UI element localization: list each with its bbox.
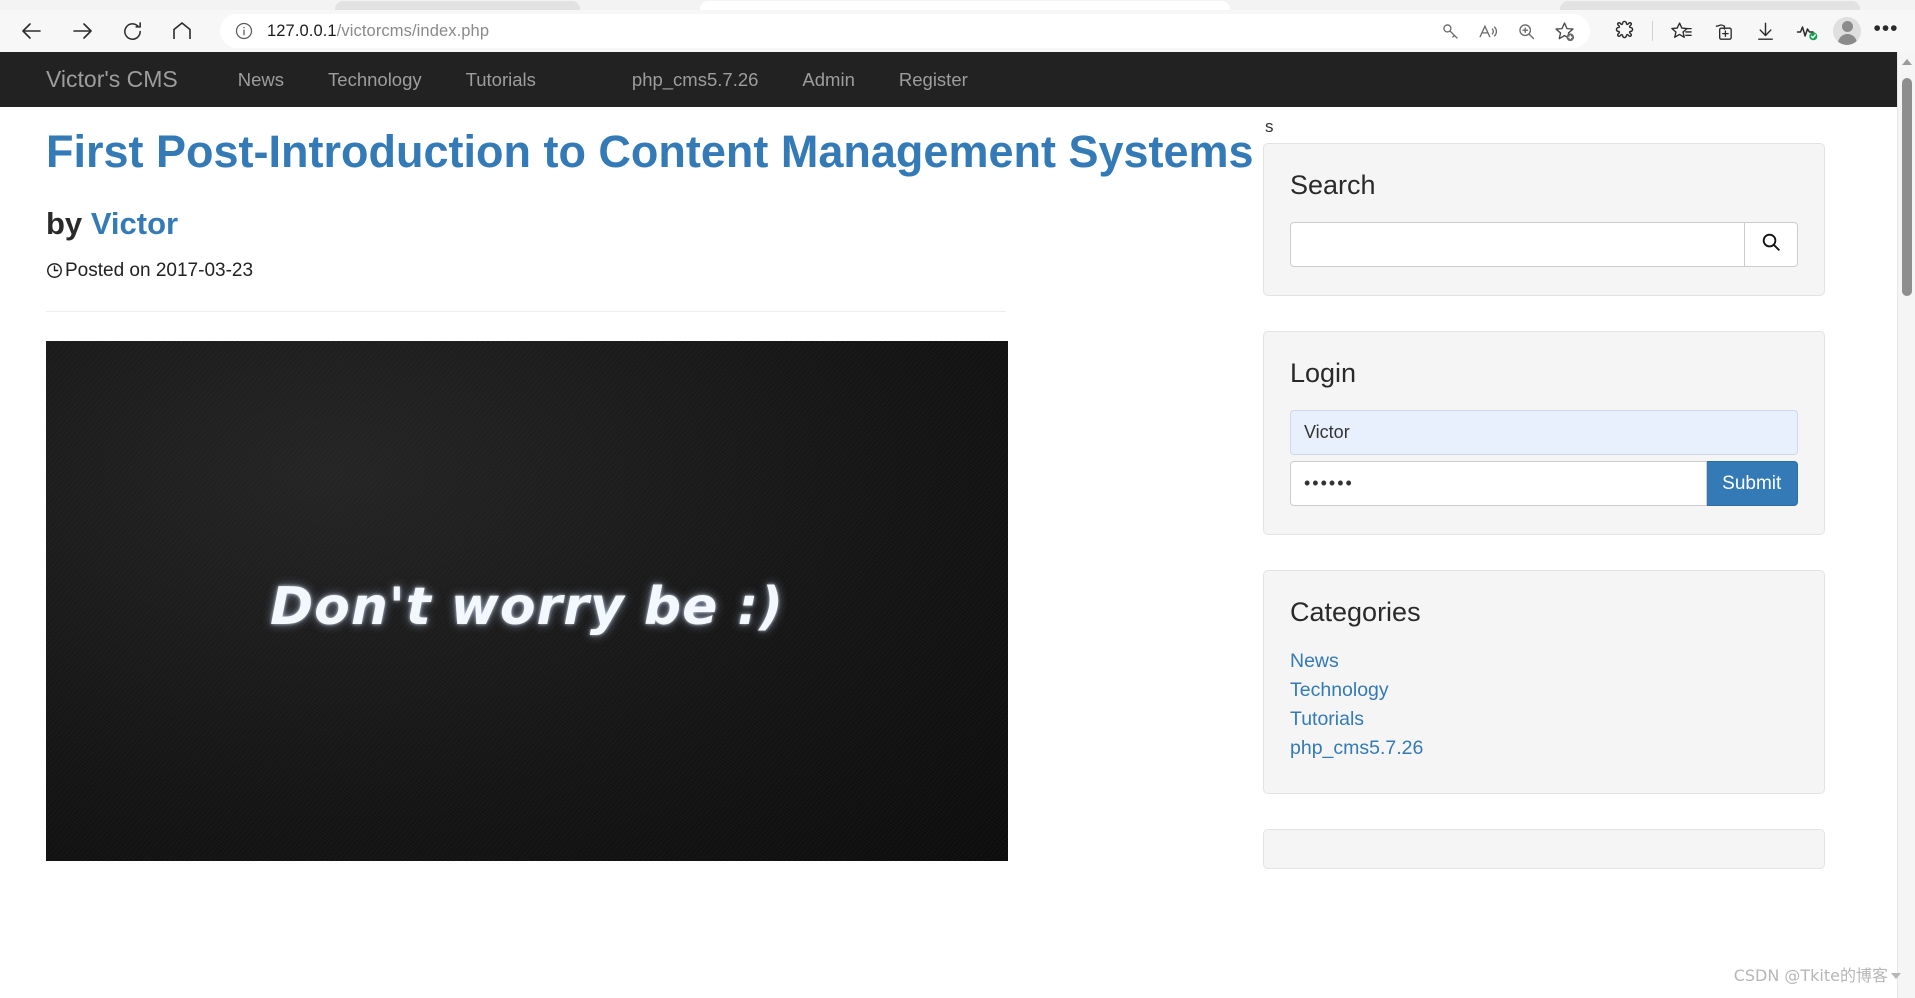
- page-viewport: Victor's CMS News Technology Tutorials p…: [0, 52, 1897, 998]
- address-bar[interactable]: 127.0.0.1/victorcms/index.php: [220, 14, 1590, 48]
- toolbar-right-actions: •••: [1604, 14, 1915, 48]
- nav-link-register[interactable]: Register: [877, 69, 990, 91]
- browser-tab-active[interactable]: [700, 1, 1230, 10]
- url-path: /victorcms/index.php: [336, 21, 490, 40]
- search-icon: [1760, 231, 1782, 258]
- watermark: CSDN @Tkite的博客: [1734, 962, 1901, 986]
- page-title: First Post-Introduction to Content Manag…: [46, 126, 1254, 177]
- image-caption-text: Don't worry be :): [270, 576, 784, 637]
- categories-list: News Technology Tutorials php_cms5.7.26: [1290, 649, 1798, 762]
- scrollbar-thumb[interactable]: [1902, 78, 1912, 296]
- forward-button[interactable]: [62, 14, 102, 48]
- browser-tab[interactable]: [335, 1, 580, 10]
- post-article: First Post-Introduction to Content Manag…: [46, 125, 1254, 861]
- search-input-group: [1290, 222, 1798, 267]
- nav-link-technology[interactable]: Technology: [306, 69, 444, 91]
- favorites-icon[interactable]: [1661, 14, 1701, 48]
- byline-prefix: by: [46, 205, 83, 241]
- categories-heading: Categories: [1290, 597, 1421, 627]
- post-featured-image: Don't worry be :): [46, 340, 1008, 861]
- caret-down-icon: [1891, 973, 1901, 979]
- post-date: Posted on 2017-03-23: [46, 260, 1226, 282]
- category-link-news[interactable]: News: [1290, 650, 1339, 672]
- navigation-buttons: [12, 14, 202, 48]
- settings-more-icon[interactable]: •••: [1867, 18, 1905, 45]
- navbar-brand[interactable]: Victor's CMS: [46, 66, 178, 93]
- nav-link-php-cms[interactable]: php_cms5.7.26: [610, 69, 781, 91]
- profile-avatar[interactable]: [1829, 16, 1865, 46]
- watermark-text: CSDN @Tkite的博客: [1733, 966, 1888, 985]
- list-item: Technology: [1290, 678, 1798, 704]
- category-link-tutorials[interactable]: Tutorials: [1290, 708, 1364, 730]
- zoom-icon[interactable]: [1510, 16, 1542, 46]
- page-scrollbar[interactable]: [1897, 52, 1915, 998]
- password-input[interactable]: [1290, 461, 1707, 506]
- submit-button[interactable]: Submit: [1706, 461, 1798, 506]
- collections-icon[interactable]: [1703, 14, 1743, 48]
- toolbar-divider: [1652, 21, 1653, 41]
- list-item: News: [1290, 649, 1798, 675]
- site-navbar: Victor's CMS News Technology Tutorials p…: [0, 52, 1897, 107]
- post-divider: [46, 310, 1006, 312]
- clock-icon: [46, 262, 63, 279]
- downloads-icon[interactable]: [1745, 14, 1785, 48]
- list-item: Tutorials: [1290, 707, 1798, 733]
- username-input[interactable]: [1290, 410, 1798, 455]
- login-heading: Login: [1290, 358, 1357, 388]
- next-widget-partial: [1263, 828, 1825, 869]
- key-icon[interactable]: [1434, 16, 1466, 46]
- omnibox-actions: [1434, 16, 1584, 46]
- categories-widget: Categories News Technology Tutorials php…: [1263, 570, 1825, 794]
- search-button[interactable]: [1745, 222, 1798, 267]
- browser-essentials-icon[interactable]: [1787, 14, 1827, 48]
- post-date-text: Posted on 2017-03-23: [65, 259, 254, 281]
- browser-chrome: 127.0.0.1/victorcms/index.php •••: [0, 0, 1915, 52]
- url-host: 127.0.0.1: [267, 21, 337, 40]
- post-author-link[interactable]: Victor: [91, 206, 178, 241]
- nav-link-admin[interactable]: Admin: [780, 69, 876, 91]
- avatar-head: [1841, 21, 1853, 32]
- extensions-icon[interactable]: [1604, 14, 1644, 48]
- search-input[interactable]: [1290, 222, 1745, 267]
- nav-link-news[interactable]: News: [216, 69, 306, 91]
- url-text[interactable]: 127.0.0.1/victorcms/index.php: [267, 22, 489, 41]
- tab-strip[interactable]: [0, 0, 1915, 10]
- browser-toolbar: 127.0.0.1/victorcms/index.php •••: [0, 10, 1915, 52]
- avatar: [1833, 17, 1861, 45]
- refresh-button[interactable]: [112, 14, 152, 48]
- avatar-body: [1837, 34, 1857, 45]
- category-link-php-cms[interactable]: php_cms5.7.26: [1290, 737, 1423, 759]
- page-body: First Post-Introduction to Content Manag…: [0, 107, 1897, 998]
- password-row: Submit: [1290, 461, 1798, 506]
- browser-tab[interactable]: [1560, 1, 1860, 10]
- home-button[interactable]: [162, 14, 202, 48]
- nav-link-tutorials[interactable]: Tutorials: [444, 69, 558, 91]
- read-aloud-icon[interactable]: [1472, 16, 1504, 46]
- search-heading: Search: [1290, 170, 1376, 200]
- scroll-up-arrow[interactable]: [1902, 59, 1912, 65]
- add-favorite-icon[interactable]: [1548, 16, 1580, 46]
- back-button[interactable]: [12, 14, 52, 48]
- list-item: php_cms5.7.26: [1290, 736, 1798, 762]
- sidebar: s Search Login S: [1263, 107, 1863, 869]
- info-icon[interactable]: [234, 21, 254, 41]
- login-widget: Login Submit: [1263, 331, 1825, 535]
- category-link-technology[interactable]: Technology: [1290, 679, 1389, 701]
- stray-text: s: [1265, 117, 1274, 136]
- search-widget: Search: [1263, 143, 1825, 296]
- post-byline: by Victor: [46, 206, 1226, 242]
